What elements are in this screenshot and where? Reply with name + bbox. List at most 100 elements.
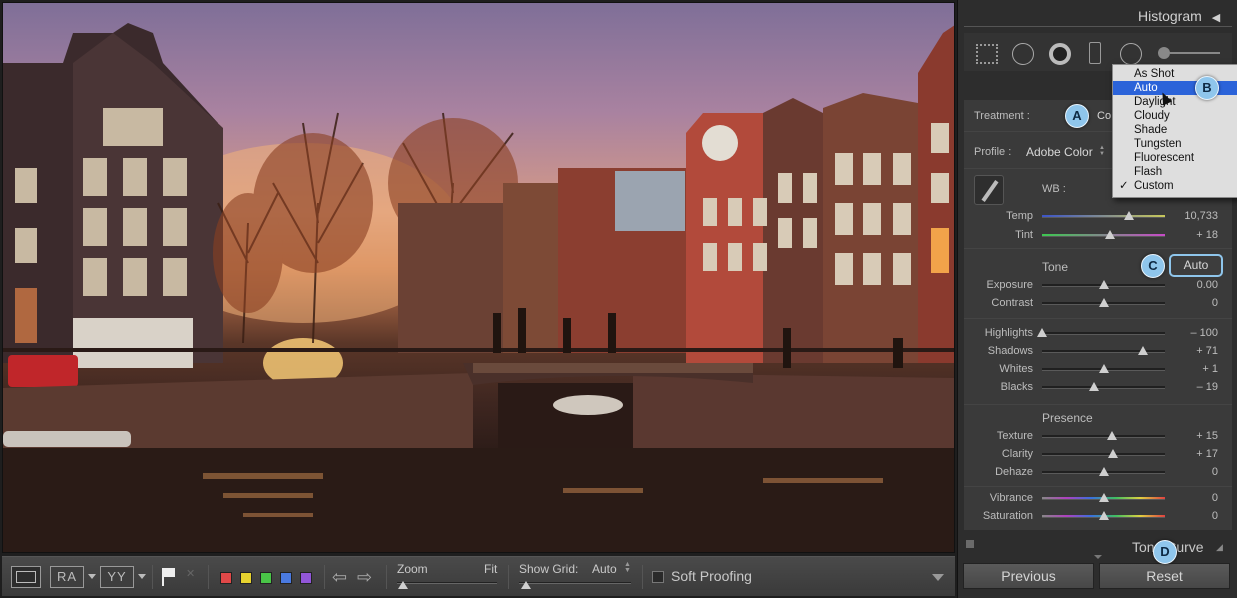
highlights-label: Highlights xyxy=(984,327,1033,339)
tint-slider-thumb[interactable] xyxy=(1104,230,1115,239)
profile-value[interactable]: Adobe Color xyxy=(1026,145,1093,159)
brush-size-slider[interactable] xyxy=(1170,52,1220,54)
exposure-label: Exposure xyxy=(986,279,1033,291)
clarity-slider-thumb[interactable] xyxy=(1108,449,1119,458)
reset-button[interactable]: Reset xyxy=(1099,563,1230,589)
shadows-slider-thumb[interactable] xyxy=(1137,346,1148,355)
callout-c: C xyxy=(1141,254,1165,278)
temp-value[interactable]: 10,733 xyxy=(1168,210,1218,222)
dehaze-label: Dehaze xyxy=(995,466,1033,478)
tint-slider-track[interactable] xyxy=(1042,234,1165,237)
dehaze-slider-thumb[interactable] xyxy=(1098,467,1109,476)
radial-filter-icon[interactable] xyxy=(1120,43,1142,65)
wb-option-fluorescent[interactable]: Fluorescent xyxy=(1113,151,1237,165)
whites-value[interactable]: + 1 xyxy=(1168,363,1218,375)
saturation-value[interactable]: 0 xyxy=(1168,510,1218,522)
wb-option-cloudy[interactable]: Cloudy xyxy=(1113,109,1237,123)
shadows-value[interactable]: + 71 xyxy=(1168,345,1218,357)
tint-value[interactable]: + 18 xyxy=(1168,229,1218,241)
color-label-blue[interactable] xyxy=(280,572,292,584)
saturation-label: Saturation xyxy=(982,510,1033,522)
grid-opacity-slider-track[interactable] xyxy=(519,582,631,584)
spot-removal-icon[interactable] xyxy=(1012,43,1034,65)
stacked-view-dropdown-icon[interactable] xyxy=(138,574,146,579)
exposure-slider-thumb[interactable] xyxy=(1098,280,1109,289)
wb-option-as-shot[interactable]: As Shot xyxy=(1113,67,1237,81)
wb-option-label: As Shot xyxy=(1134,68,1175,80)
vibrance-label: Vibrance xyxy=(989,492,1033,504)
color-label-red[interactable] xyxy=(220,572,232,584)
saturation-slider-thumb[interactable] xyxy=(1098,511,1109,520)
red-eye-icon[interactable] xyxy=(1049,43,1071,65)
contrast-slider-thumb[interactable] xyxy=(1098,298,1109,307)
bottom-toolbar: RA YY ✕ ⇦ ⇨ Zoom Fit Show Grid: Auto ▲▼ xyxy=(2,556,955,596)
texture-value[interactable]: + 15 xyxy=(1168,430,1218,442)
wb-option-tungsten[interactable]: Tungsten xyxy=(1113,137,1237,151)
photo-preview[interactable] xyxy=(2,2,955,553)
temp-slider-track[interactable] xyxy=(1042,215,1165,218)
zoom-label: Zoom xyxy=(397,562,428,576)
callout-a: A xyxy=(1065,104,1089,128)
pick-flag-icon[interactable] xyxy=(162,568,176,586)
crop-overlay-icon[interactable] xyxy=(976,44,998,64)
histogram-header[interactable]: Histogram ◀ xyxy=(1138,8,1220,24)
color-label-green[interactable] xyxy=(260,572,272,584)
highlights-slider-thumb[interactable] xyxy=(1037,328,1047,337)
soft-proofing-checkbox[interactable] xyxy=(652,571,664,583)
auto-label: Auto xyxy=(1183,258,1209,272)
texture-slider-track[interactable] xyxy=(1042,435,1165,438)
color-label-yellow[interactable] xyxy=(240,572,252,584)
before-after-dropdown-icon[interactable] xyxy=(88,574,96,579)
show-grid-stepper-icon[interactable]: ▲ ▼ xyxy=(624,561,631,574)
clarity-slider-track[interactable] xyxy=(1042,453,1165,456)
vibrance-value[interactable]: 0 xyxy=(1168,492,1218,504)
texture-slider-thumb[interactable] xyxy=(1107,431,1118,440)
previous-photo-arrow-icon[interactable]: ⇦ xyxy=(332,567,347,588)
wb-option-custom[interactable]: ✓ Custom xyxy=(1113,179,1237,193)
show-grid-value[interactable]: Auto xyxy=(592,562,617,576)
highlights-value[interactable]: – 100 xyxy=(1168,327,1218,339)
wb-option-label: Fluorescent xyxy=(1134,152,1195,164)
loupe-view-icon[interactable] xyxy=(11,566,41,588)
blacks-value[interactable]: – 19 xyxy=(1168,381,1218,393)
toolbar-separator xyxy=(324,565,325,589)
grid-opacity-slider-thumb[interactable] xyxy=(521,581,531,589)
tone-curve-triangle-icon[interactable]: ◢ xyxy=(1216,542,1223,553)
clarity-value[interactable]: + 17 xyxy=(1168,448,1218,460)
blacks-label: Blacks xyxy=(1000,381,1033,393)
adjustment-brush-icon[interactable] xyxy=(1158,47,1170,59)
toolbar-options-chevron-icon[interactable] xyxy=(932,574,944,581)
wb-option-flash[interactable]: Flash xyxy=(1113,165,1237,179)
wb-option-shade[interactable]: Shade xyxy=(1113,123,1237,137)
contrast-value[interactable]: 0 xyxy=(1168,297,1218,309)
next-photo-arrow-icon[interactable]: ⇨ xyxy=(357,567,372,588)
scroll-arrow-icon[interactable] xyxy=(1094,555,1102,559)
vibrance-slider-thumb[interactable] xyxy=(1098,493,1109,502)
before-after-stacked-view-button[interactable]: YY xyxy=(100,566,134,588)
temp-slider-thumb[interactable] xyxy=(1124,211,1135,220)
collapse-triangle-icon[interactable]: ◀ xyxy=(1212,12,1220,24)
whites-slider-thumb[interactable] xyxy=(1098,364,1109,373)
show-grid-label: Show Grid: xyxy=(519,562,579,576)
histogram-title: Histogram xyxy=(1138,8,1202,24)
reject-flag-icon[interactable]: ✕ xyxy=(186,568,198,580)
highlights-slider-track[interactable] xyxy=(1042,332,1165,335)
blacks-slider-track[interactable] xyxy=(1042,386,1165,389)
blacks-slider-thumb[interactable] xyxy=(1088,382,1099,391)
wb-label: WB : xyxy=(1042,183,1066,195)
zoom-slider-track[interactable] xyxy=(397,582,497,584)
exposure-value[interactable]: 0.00 xyxy=(1168,279,1218,291)
graduated-filter-icon[interactable] xyxy=(1089,42,1101,64)
treatment-value[interactable]: Co xyxy=(1097,110,1111,122)
dehaze-value[interactable]: 0 xyxy=(1168,466,1218,478)
wb-eyedropper-icon[interactable] xyxy=(974,175,1004,205)
zoom-slider-thumb[interactable] xyxy=(398,581,408,589)
profile-label: Profile : xyxy=(974,146,1012,158)
before-after-view-button[interactable]: RA xyxy=(50,566,84,588)
profile-stepper-icon[interactable]: ▲ ▼ xyxy=(1099,145,1105,157)
color-label-purple[interactable] xyxy=(300,572,312,584)
tone-auto-button[interactable]: Auto xyxy=(1169,254,1223,277)
wb-option-daylight[interactable]: Daylight xyxy=(1113,95,1237,109)
wb-option-label: Flash xyxy=(1134,166,1163,178)
previous-button[interactable]: Previous xyxy=(963,563,1094,589)
